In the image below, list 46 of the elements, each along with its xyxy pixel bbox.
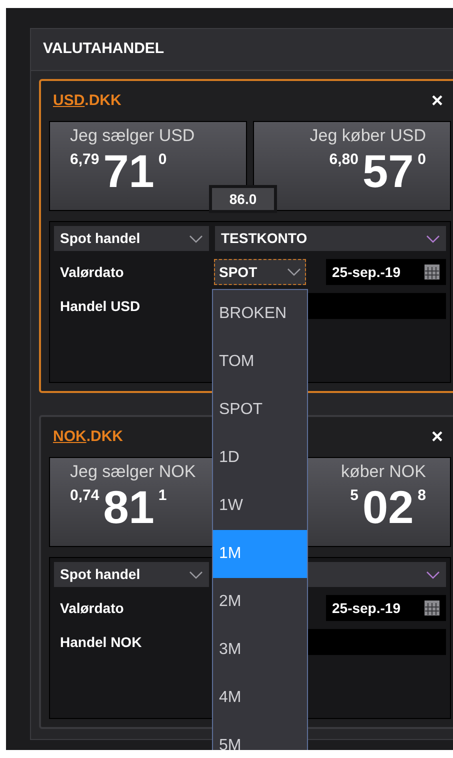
calendar-icon[interactable] (424, 600, 440, 616)
dropdown-option[interactable]: TOM (213, 338, 307, 386)
chevron-down-icon (287, 268, 301, 276)
price-pip: 1 (158, 488, 167, 503)
pair-title[interactable]: NOK.DKK (53, 426, 124, 448)
price-pip: 8 (418, 488, 426, 503)
dropdown-option[interactable]: 5M (213, 722, 307, 750)
chevron-down-icon (189, 234, 203, 242)
price-pip: 0 (418, 152, 426, 167)
calendar-icon[interactable] (424, 264, 440, 280)
dropdown-option[interactable]: SPOT (213, 386, 307, 434)
price-pip: 0 (158, 152, 167, 167)
dropdown-option[interactable]: 2M (213, 578, 307, 626)
dropdown-option[interactable]: BROKEN (213, 290, 307, 338)
price-prefix: 6,80 (329, 152, 358, 167)
chevron-down-icon (189, 570, 203, 578)
dropdown-option[interactable]: 4M (213, 674, 307, 722)
close-button[interactable]: × (427, 427, 447, 447)
trade-type-select[interactable]: Spot handel (54, 226, 209, 251)
price-main: 57 (362, 146, 414, 196)
tile-label: Jeg køber USD (310, 126, 426, 146)
tenor-select[interactable]: SPOT (214, 259, 306, 285)
date-field[interactable]: 25-sep.-19 (326, 259, 446, 285)
price-main: 81 (103, 482, 154, 532)
date-field[interactable]: 25-sep.-19 (326, 595, 446, 621)
spread-badge: 86.0 (209, 185, 277, 213)
price-main: 02 (362, 482, 414, 532)
amount-label: Handel USD (59, 296, 142, 316)
price-prefix: 5 (350, 488, 358, 503)
trade-type-select[interactable]: Spot handel (54, 562, 209, 587)
value-date-label: Valørdato (59, 262, 125, 282)
tile-label: Jeg sælger NOK (70, 462, 196, 482)
dropdown-option[interactable]: 3M (213, 626, 307, 674)
tile-label: køber NOK (340, 462, 426, 482)
price-prefix: 0,74 (70, 488, 100, 503)
pair-title[interactable]: USD.DKK (53, 90, 122, 112)
chevron-down-icon (426, 234, 440, 242)
value-date-label: Valørdato (59, 598, 125, 618)
panel-title: VALUTAHANDEL (43, 39, 164, 60)
price-prefix: 6,79 (70, 152, 100, 167)
account-select[interactable]: TESTKONTO (215, 226, 446, 251)
tile-label: Jeg sælger USD (70, 126, 195, 146)
close-button[interactable]: × (427, 91, 447, 111)
chevron-down-icon (426, 570, 440, 578)
price-main: 71 (103, 146, 154, 196)
amount-label: Handel NOK (59, 632, 143, 652)
